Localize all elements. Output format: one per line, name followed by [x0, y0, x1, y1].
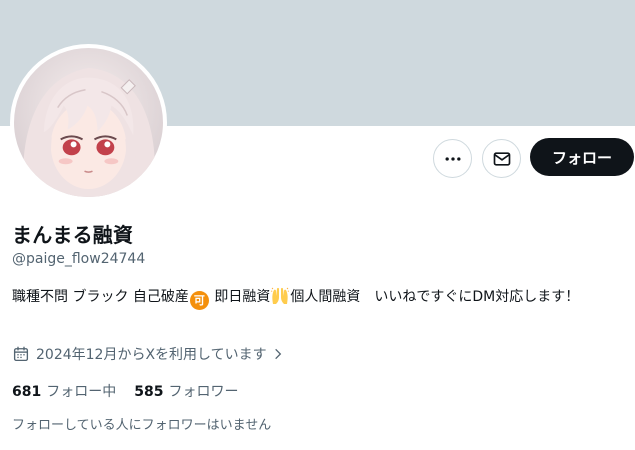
raised-hands-icon [271, 287, 290, 304]
follow-stats: 681 フォロー中 585 フォロワー [12, 381, 256, 401]
profile-bio: 職種不問 ブラック 自己破産可 即日融資 個人間融資 いいねですぐにDM対応しま… [12, 286, 630, 310]
avatar[interactable] [10, 44, 167, 201]
envelope-icon [493, 151, 510, 166]
followers-link[interactable]: 585 フォロワー [134, 381, 238, 401]
followers-you-know[interactable]: フォローしている人にフォロワーはいません [12, 414, 271, 433]
follow-button[interactable]: フォロー [530, 138, 634, 176]
display-name: まんまる融資 [12, 223, 134, 247]
calendar-icon [13, 346, 29, 362]
followers-count: 585 [134, 384, 164, 400]
user-handle: @paige_flow24744 [12, 251, 146, 267]
more-button[interactable] [433, 139, 472, 178]
bio-text: 個人間融資 いいねですぐにDM対応します！ [290, 289, 580, 305]
avatar-image [14, 48, 163, 197]
following-link[interactable]: 681 フォロー中 [12, 381, 116, 401]
bio-text: 職種不問 ブラック 自己破産 [12, 289, 189, 305]
join-date-text: 2024年12月からXを利用しています [36, 347, 267, 363]
bio-text: 即日融資 [209, 289, 271, 305]
ok-emoji-icon: 可 [189, 291, 209, 310]
following-count: 681 [12, 384, 42, 400]
message-button[interactable] [482, 139, 521, 178]
chevron-right-icon [274, 348, 281, 360]
more-horizontal-icon [445, 156, 460, 161]
join-date[interactable]: 2024年12月からXを利用しています [12, 344, 285, 364]
followers-label: フォロワー [168, 384, 239, 400]
following-label: フォロー中 [46, 384, 117, 400]
